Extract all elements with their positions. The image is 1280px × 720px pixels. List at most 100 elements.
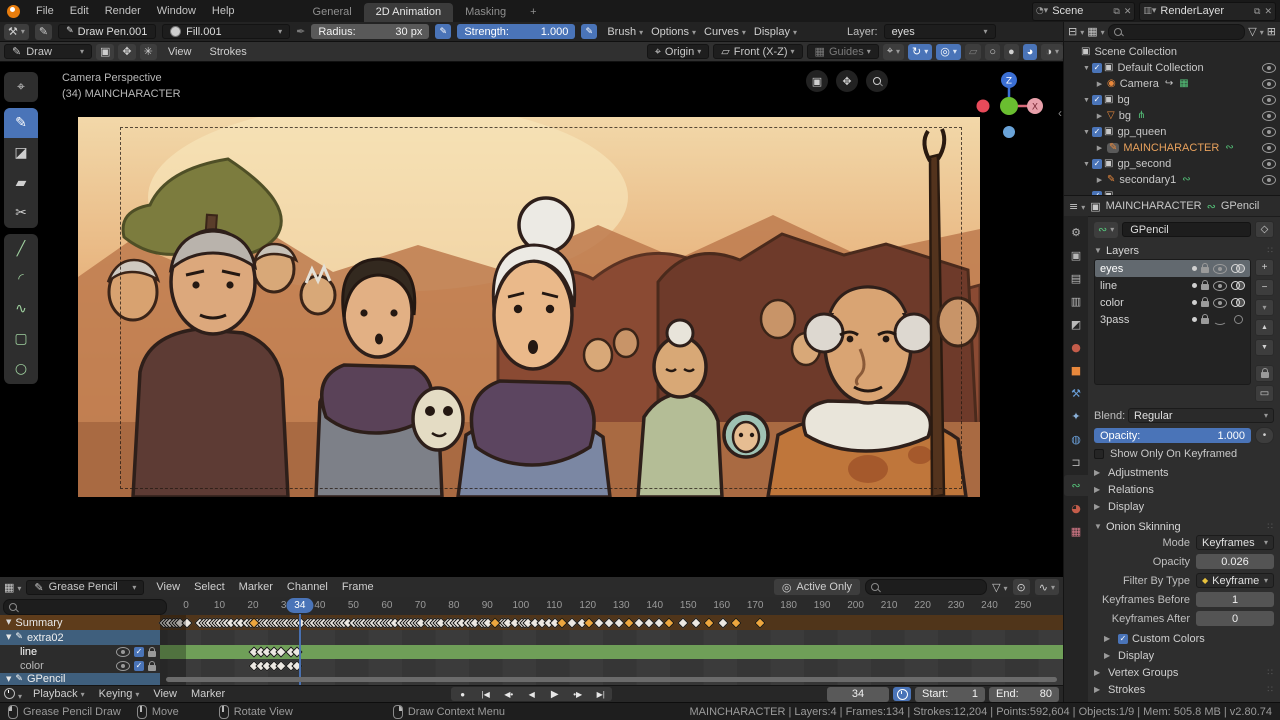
- gp-layer-row[interactable]: 3pass: [1095, 311, 1250, 328]
- onion-display-panel[interactable]: ▶Display: [1104, 647, 1274, 664]
- properties-tab-render[interactable]: ▣: [1064, 245, 1088, 266]
- pan-hand-icon[interactable]: ✥: [836, 70, 858, 92]
- dopesheet-mode-selector[interactable]: ✎Grease Pencil▾: [26, 580, 144, 595]
- channel-checkbox[interactable]: ✓: [134, 661, 144, 671]
- panel-adjustments[interactable]: ▶Adjustments: [1094, 464, 1274, 481]
- remove-layer-button[interactable]: −: [1255, 279, 1274, 296]
- channel-name-panel[interactable]: line✓: [0, 645, 160, 659]
- navigation-gizmo[interactable]: Z X: [973, 66, 1045, 138]
- dopesheet-search-input[interactable]: [865, 579, 987, 595]
- keyframe[interactable]: [292, 646, 303, 657]
- keyframe-selected[interactable]: [704, 617, 715, 628]
- outliner-item-label[interactable]: bg: [1119, 110, 1131, 122]
- outliner-item-label[interactable]: MAINCHARACTER: [1123, 142, 1219, 154]
- outliner-row[interactable]: ▼✓▣Default Collection: [1064, 60, 1280, 76]
- strength-slider[interactable]: Strength:1.000: [457, 24, 575, 39]
- stabilize-stroke-icon[interactable]: ✳: [140, 44, 157, 60]
- onion-toggle-icon[interactable]: ▭: [1255, 385, 1274, 402]
- multiframe-toggle-icon[interactable]: ▣: [96, 44, 114, 60]
- active-only-toggle[interactable]: ◎Active Only: [774, 579, 860, 595]
- keyframe[interactable]: [292, 660, 303, 671]
- menu-render[interactable]: Render: [97, 5, 149, 17]
- layer-selector[interactable]: eyes▾: [884, 24, 996, 39]
- outliner-item-label[interactable]: secondary1: [1119, 174, 1176, 186]
- jump-end-button[interactable]: ▶|: [589, 687, 612, 701]
- panel-strokes[interactable]: ▶Strokes∷: [1094, 681, 1274, 698]
- panel-display[interactable]: ▶Display: [1094, 498, 1274, 515]
- expander-icon[interactable]: ▼: [1081, 65, 1092, 72]
- scene-selector[interactable]: ◔▾ Scene ⧉ ✕: [1032, 2, 1136, 21]
- channel-track[interactable]: [160, 615, 1063, 630]
- move-layer-down-button[interactable]: ▼: [1255, 339, 1274, 356]
- properties-tab-world[interactable]: ●: [1064, 337, 1088, 358]
- menu-file[interactable]: File: [28, 5, 62, 17]
- outliner-item-label[interactable]: gp_second: [1117, 158, 1171, 170]
- add-layer-button[interactable]: +: [1255, 259, 1274, 276]
- lock-icon[interactable]: [1201, 318, 1209, 324]
- brush-icon[interactable]: ✎: [35, 24, 52, 40]
- eye-icon[interactable]: [1213, 315, 1227, 325]
- gpencil-datablock-icon[interactable]: ∾▾: [1094, 222, 1118, 238]
- show-only-keyframed-checkbox[interactable]: ✓: [1094, 449, 1104, 459]
- camera-view-icon[interactable]: ▣: [806, 70, 828, 92]
- shading-rendered-icon[interactable]: ◑▾: [1041, 44, 1063, 60]
- tool-line[interactable]: ╱: [4, 234, 38, 264]
- layer-opacity-slider[interactable]: Opacity:1.000: [1094, 428, 1251, 443]
- datablock-name-field[interactable]: GPencil: [1122, 222, 1251, 237]
- gp-layer-row[interactable]: eyes: [1095, 260, 1250, 277]
- tool-fill[interactable]: ◪: [4, 138, 38, 168]
- drawing-canvas[interactable]: [78, 117, 980, 497]
- panel-vertex-groups[interactable]: ▶Vertex Groups∷: [1094, 664, 1274, 681]
- properties-tab-object-data[interactable]: ∾: [1064, 475, 1088, 496]
- channel-name-panel[interactable]: ▼✎GPencil: [0, 673, 160, 685]
- breadcrumb-data[interactable]: GPencil: [1221, 200, 1260, 212]
- channel-checkbox[interactable]: ✓: [134, 647, 144, 657]
- hide-in-viewport-icon[interactable]: [1262, 127, 1276, 137]
- outliner-row[interactable]: ▼✓▣gp_second: [1064, 156, 1280, 172]
- custom-colors-panel[interactable]: ▶ ✓ Custom Colors: [1104, 630, 1274, 647]
- tool-box[interactable]: ▢: [4, 324, 38, 354]
- tool-cursor[interactable]: ⌖: [4, 72, 38, 102]
- onion-skin-icon[interactable]: [1231, 298, 1245, 307]
- properties-editor-icon[interactable]: ≡▾: [1069, 201, 1085, 212]
- remove-layer-icon[interactable]: ✕: [1264, 6, 1272, 17]
- keyframe-selected[interactable]: [730, 617, 741, 628]
- properties-tab-object[interactable]: ■: [1064, 360, 1088, 381]
- layers-panel-header[interactable]: ▼Layers∷: [1094, 242, 1274, 259]
- properties-tab-material[interactable]: ◕: [1064, 498, 1088, 519]
- collection-checkbox[interactable]: ✓: [1092, 127, 1102, 137]
- outliner-item-label[interactable]: gp_queen: [1117, 126, 1166, 138]
- move-layer-up-button[interactable]: ▲: [1255, 319, 1274, 336]
- channel-track[interactable]: [160, 659, 1063, 673]
- channel-search-input[interactable]: [3, 599, 167, 615]
- strength-pressure-icon[interactable]: ✎: [581, 24, 597, 39]
- channel-name-panel[interactable]: ▼✎extra02: [0, 630, 160, 645]
- drawing-plane-selector[interactable]: ▱Front (X-Z)▾: [713, 44, 802, 59]
- popover-options[interactable]: Options▾: [647, 26, 700, 38]
- radius-field[interactable]: Radius:30 px: [311, 24, 429, 39]
- properties-tab-physics[interactable]: ◍: [1064, 429, 1088, 450]
- custom-colors-checkbox[interactable]: ✓: [1118, 634, 1128, 644]
- workspace-tab-general[interactable]: General: [301, 3, 364, 22]
- outliner-item-label[interactable]: Default Collection: [1117, 62, 1203, 74]
- onion-skin-icon[interactable]: [1231, 281, 1245, 290]
- frame-end-field[interactable]: End:80: [989, 687, 1059, 702]
- guides-selector[interactable]: ▦Guides▾: [807, 44, 879, 59]
- lock-icon[interactable]: [1201, 284, 1209, 290]
- zoom-icon[interactable]: [866, 70, 888, 92]
- menu-edit[interactable]: Edit: [62, 5, 97, 17]
- dopesheet-menu-view[interactable]: View: [149, 581, 187, 593]
- onion-skin-icon[interactable]: [1231, 264, 1245, 273]
- radius-pressure-icon[interactable]: ✎: [435, 24, 451, 39]
- expander-icon[interactable]: ▶: [1094, 176, 1105, 184]
- dopesheet-filter-icon[interactable]: ▽▾: [992, 582, 1007, 593]
- lock-icon[interactable]: [1201, 301, 1209, 307]
- outliner-row[interactable]: ▼✓▣gp_queen: [1064, 124, 1280, 140]
- workspace-tab-item[interactable]: +: [518, 3, 548, 22]
- popover-brush[interactable]: Brush▾: [603, 26, 647, 38]
- current-frame-field[interactable]: 34: [827, 687, 889, 702]
- lock-icon[interactable]: [1201, 267, 1209, 273]
- blend-mode-dropdown[interactable]: Regular▾: [1128, 408, 1274, 423]
- properties-tab-scene[interactable]: ◩: [1064, 314, 1088, 335]
- expander-icon[interactable]: ▶: [1094, 144, 1105, 152]
